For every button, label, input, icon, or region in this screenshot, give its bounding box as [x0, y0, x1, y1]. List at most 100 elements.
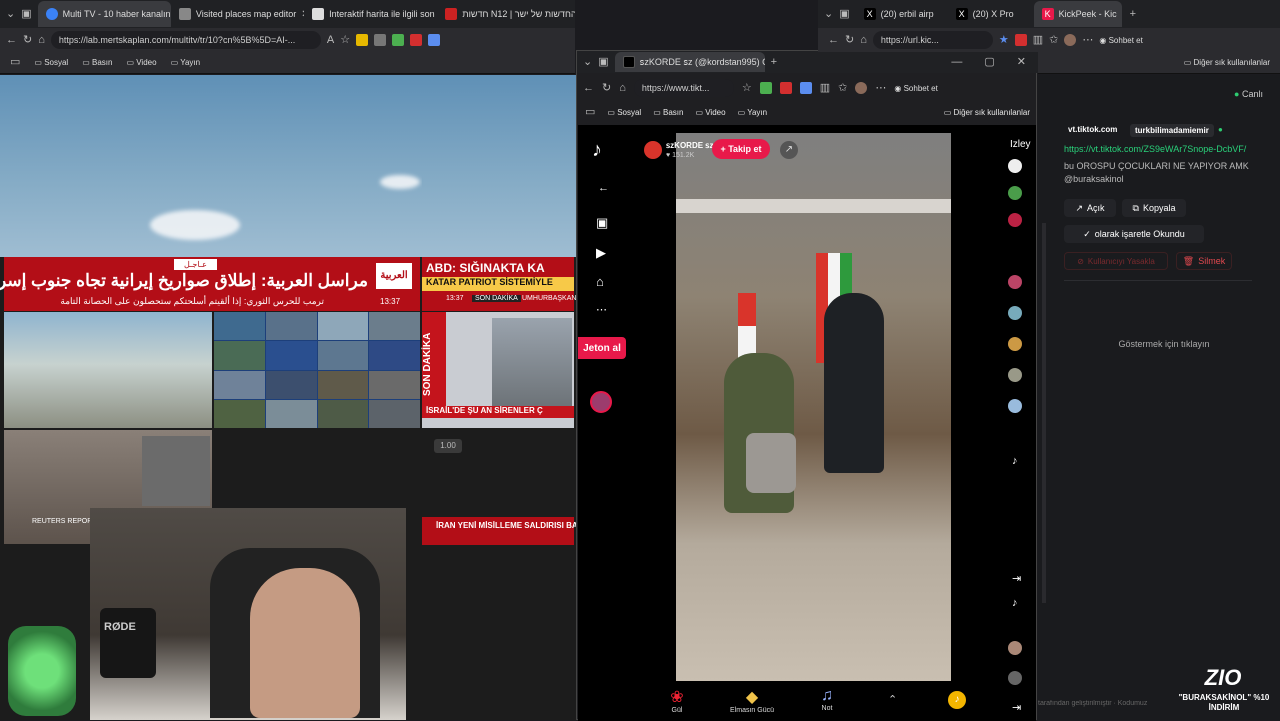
- open-button[interactable]: ↗ Açık: [1064, 199, 1116, 217]
- viewer-avatar[interactable]: [1008, 671, 1022, 685]
- tab-x-pro[interactable]: X (20) X Pro: [948, 1, 1034, 27]
- tab-kickpeek[interactable]: K KickPeek - Kic ✕: [1033, 1, 1122, 27]
- bookmark-sosyal[interactable]: ▭ Sosyal: [607, 108, 641, 117]
- profile-name[interactable]: ꜱᴢKORDE ꜱᴢ: [666, 141, 713, 150]
- extension-icon[interactable]: [374, 34, 387, 46]
- new-tab-icon[interactable]: +: [1130, 8, 1136, 20]
- new-tab-icon[interactable]: +: [771, 56, 777, 68]
- chevron-up-icon[interactable]: ⌃: [888, 695, 897, 706]
- home-icon[interactable]: ⌂: [860, 34, 867, 46]
- maximize-icon[interactable]: ▢: [984, 56, 994, 68]
- more-icon[interactable]: ⋯: [1082, 34, 1093, 46]
- home-icon[interactable]: ⌂: [619, 82, 626, 94]
- ban-user-button[interactable]: ⊘ Kullanıcıyı Yasakla: [1064, 252, 1168, 270]
- message-link[interactable]: https://vt.tiktok.com/ZS9eWAr7Snope-DcbV…: [1064, 144, 1276, 154]
- close-window-icon[interactable]: ✕: [1017, 56, 1026, 68]
- exit-icon[interactable]: ⇥: [1012, 703, 1021, 714]
- bookmark-video[interactable]: ▭ Video: [126, 58, 156, 67]
- turk-news-stream[interactable]: ABD: SIĞINAKTA KA KATAR PATRIOT SİSTEMİY…: [422, 257, 576, 311]
- bookmark-yayin[interactable]: ▭ Yayın: [171, 58, 201, 67]
- tab-actions-icon[interactable]: ⌄: [6, 8, 15, 20]
- read-aloud-icon[interactable]: A: [327, 34, 334, 46]
- extension-icon[interactable]: [779, 82, 792, 94]
- tab-tiktok[interactable]: ꜱᴢKORDE ꜱᴢ (@kordstan995) C ✕: [614, 52, 765, 72]
- coastal-city-stream[interactable]: [4, 312, 212, 428]
- back-icon[interactable]: ←: [583, 82, 594, 94]
- extension-icon[interactable]: [392, 34, 405, 46]
- workspaces-icon[interactable]: ▣: [21, 8, 31, 20]
- live-avatar[interactable]: [590, 391, 612, 413]
- user-chip[interactable]: turkbilimadamiemir: [1130, 124, 1214, 137]
- exit-icon[interactable]: ⇥: [1012, 574, 1021, 585]
- viewer-avatar[interactable]: [1008, 275, 1022, 289]
- reload-icon[interactable]: ↻: [23, 34, 32, 46]
- favorite-star-icon[interactable]: ☆: [340, 34, 350, 46]
- tab-actions-icon[interactable]: ⌄: [583, 56, 592, 68]
- extension-icon[interactable]: [759, 82, 772, 94]
- more-icon[interactable]: ⋯: [596, 305, 607, 316]
- home-icon[interactable]: ⌂: [596, 275, 604, 288]
- avatar[interactable]: [855, 82, 868, 94]
- back-icon[interactable]: ←: [828, 34, 839, 46]
- gift-rose[interactable]: ❀ Gül: [662, 687, 692, 714]
- iran-news-strip[interactable]: İRAN YENİ MİSİLLEME SALDIRISI BAŞLAT: [422, 517, 598, 545]
- tab-interaktif-harita[interactable]: Interaktif harita ile ilgili son İran ha: [304, 1, 437, 27]
- reading-list-icon[interactable]: ▭: [10, 57, 20, 68]
- home-icon[interactable]: ⌂: [38, 34, 45, 46]
- reload-icon[interactable]: ↻: [602, 82, 611, 94]
- share-icon[interactable]: ↗: [780, 141, 798, 159]
- url-field[interactable]: https://lab.mertskaplan.com/multitv/tr/1…: [50, 31, 321, 49]
- viewer-avatar[interactable]: [1008, 306, 1022, 320]
- viewer-avatar[interactable]: [1008, 641, 1022, 655]
- live-icon[interactable]: ▣: [596, 216, 608, 229]
- avatar[interactable]: [1064, 34, 1077, 46]
- video-icon[interactable]: ▶: [596, 246, 606, 259]
- reload-icon[interactable]: ↻: [845, 34, 854, 46]
- favorite-star-icon[interactable]: ☆: [742, 82, 752, 94]
- bookmark-other[interactable]: ▭ Diğer sık kullanılanlar: [1184, 58, 1270, 67]
- viewer-avatar[interactable]: [1008, 337, 1022, 351]
- workspaces-icon[interactable]: ▣: [598, 56, 608, 68]
- bookmark-yayin[interactable]: ▭ Yayın: [738, 108, 768, 117]
- viewer-avatar[interactable]: [1008, 399, 1022, 413]
- camera-grid-stream[interactable]: [214, 312, 420, 428]
- tab-x-erbil[interactable]: X (20) erbil airp: [856, 1, 948, 27]
- extension-icon[interactable]: [356, 34, 369, 46]
- favorites-icon[interactable]: ✩: [1049, 34, 1058, 46]
- tab-n12[interactable]: חדשות N12 | אתר החדשות של ישר: [437, 1, 575, 27]
- gift-note[interactable]: ♫ Not: [812, 687, 842, 712]
- tiktok-logo-icon[interactable]: ♪: [592, 139, 602, 162]
- copilot-chat[interactable]: ◉ Sohbet et: [894, 84, 937, 93]
- workspaces-icon[interactable]: ▣: [839, 8, 849, 20]
- url-field[interactable]: https://url.kic...: [872, 31, 993, 49]
- reading-list-icon[interactable]: ▭: [585, 106, 595, 118]
- tab-multitv[interactable]: Multi TV - 10 haber kanalını a ✕: [37, 1, 171, 27]
- bookmark-basin[interactable]: ▭ Basın: [653, 108, 683, 117]
- delete-button[interactable]: 🗑 Silmek: [1176, 252, 1232, 270]
- viewer-avatar[interactable]: [1008, 368, 1022, 382]
- streamer-avatar[interactable]: [644, 141, 662, 159]
- back-icon[interactable]: ←: [6, 34, 17, 46]
- tab-visited-places[interactable]: Visited places map editor ✕: [171, 1, 304, 27]
- copilot-chat[interactable]: ◉ Sohbet et: [1099, 36, 1142, 45]
- jeton-al-button[interactable]: Jeton al: [578, 337, 626, 359]
- minimize-icon[interactable]: —: [951, 56, 962, 68]
- copy-button[interactable]: ⧉ Kopyala: [1122, 199, 1186, 217]
- split-screen-icon[interactable]: ▥: [1033, 34, 1043, 46]
- viewer-avatar[interactable]: [1008, 186, 1022, 200]
- extension-icon[interactable]: [428, 34, 441, 46]
- extension-icon[interactable]: [799, 82, 812, 94]
- bookmark-other[interactable]: ▭ Diğer sık kullanılanlar: [944, 108, 1030, 117]
- coin-button[interactable]: ♪: [948, 691, 966, 709]
- extension-icon[interactable]: [410, 34, 423, 46]
- extension-icon[interactable]: [1014, 34, 1027, 46]
- follow-button[interactable]: + Takip et: [712, 139, 770, 159]
- split-screen-icon[interactable]: ▥: [820, 82, 830, 94]
- turkish-studio-stream[interactable]: SON DAKİKA İSRAİL'DE ŞU AN SİRENLER Ç: [422, 312, 574, 428]
- live-video[interactable]: [676, 133, 951, 681]
- more-icon[interactable]: ⋯: [875, 82, 886, 94]
- tab-actions-icon[interactable]: ⌄: [824, 8, 833, 20]
- favorites-icon[interactable]: ✩: [838, 82, 847, 94]
- back-arrow-icon[interactable]: ←: [598, 183, 609, 194]
- alarabiya-stream[interactable]: عـاجـل مراسل العربية: إطلاق صواريخ إيران…: [0, 257, 420, 311]
